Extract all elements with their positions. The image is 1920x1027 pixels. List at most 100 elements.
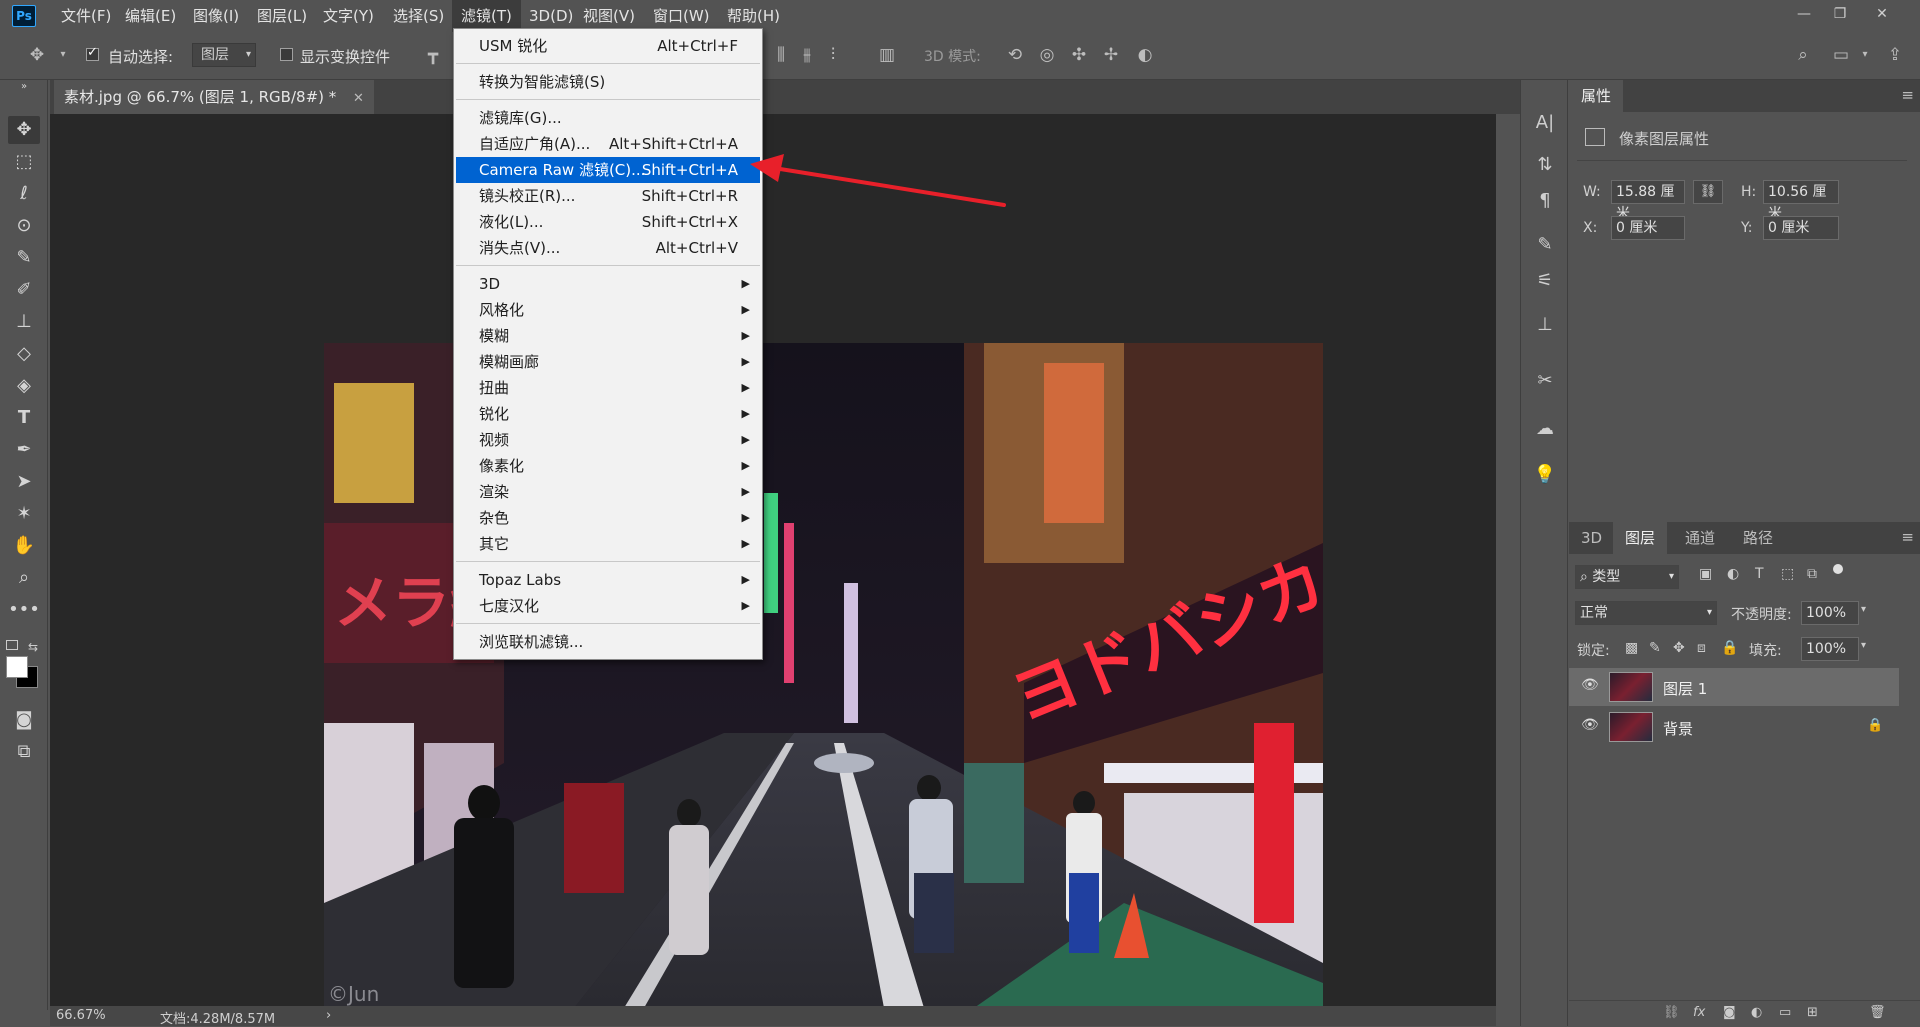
filter-menu-item[interactable]: 杂色 ▶	[456, 505, 760, 531]
tab-channels[interactable]: 通道	[1673, 522, 1727, 554]
filter-menu-item[interactable]: 模糊画廊 ▶	[456, 349, 760, 375]
quick-mask-icon[interactable]: ◙	[8, 706, 40, 734]
filter-menu-item[interactable]: 风格化 ▶	[456, 297, 760, 323]
move-tool-preset-icon[interactable]: ✥	[26, 44, 48, 66]
filter-menu-item[interactable]: USM 锐化 Alt+Ctrl+F	[456, 33, 760, 59]
layer-row-layer1[interactable]: 👁 图层 1	[1569, 668, 1899, 706]
filter-smart-object-icon[interactable]: ⧉	[1807, 566, 1817, 582]
default-colors-icon[interactable]	[6, 640, 18, 650]
blend-mode-dropdown[interactable]: 正常 ▾	[1575, 601, 1717, 625]
close-icon[interactable]: ✕	[1864, 0, 1900, 28]
learn-icon[interactable]: 💡	[1529, 460, 1561, 490]
filter-menu-item[interactable]: 渲染 ▶	[456, 479, 760, 505]
path-select-tool-icon[interactable]: ➤	[8, 468, 40, 496]
restore-icon[interactable]: ❐	[1822, 0, 1858, 28]
3d-pan-icon[interactable]: ✣	[1068, 44, 1090, 66]
adjustment-layer-icon[interactable]: ◐	[1751, 1005, 1762, 1020]
fx-icon[interactable]: fx	[1693, 1005, 1705, 1020]
opacity-field[interactable]: 100%	[1801, 601, 1859, 625]
tab-paths[interactable]: 路径	[1731, 522, 1785, 554]
libraries-icon[interactable]: ☁	[1529, 414, 1561, 444]
lock-all-icon[interactable]: 🔒	[1721, 640, 1738, 656]
filter-menu-item[interactable]: 模糊 ▶	[456, 323, 760, 349]
filter-menu-item[interactable]: 液化(L)... Shift+Ctrl+X	[456, 209, 760, 235]
menu-edit[interactable]: 编辑(E)	[116, 0, 185, 32]
3d-slide-icon[interactable]: ✢	[1100, 44, 1122, 66]
link-layers-icon[interactable]: ⛓	[1663, 1005, 1680, 1020]
filter-toggle-icon[interactable]	[1833, 564, 1843, 574]
filter-menu-item[interactable]: 扭曲 ▶	[456, 375, 760, 401]
filter-adjustment-icon[interactable]: ◐	[1727, 566, 1739, 582]
show-transform-checkbox[interactable]	[280, 48, 293, 61]
paint-bucket-tool-icon[interactable]: ◈	[8, 372, 40, 400]
filter-menu-item[interactable]: 滤镜库(G)...	[456, 105, 760, 131]
panel-menu-icon[interactable]: ≡	[1901, 86, 1914, 104]
panel-menu-icon[interactable]: ≡	[1901, 528, 1914, 546]
marquee-tool-icon[interactable]: ⬚	[8, 148, 40, 176]
filter-menu-item[interactable]: 锐化 ▶	[456, 401, 760, 427]
align-top-icon[interactable]: ┳	[422, 44, 444, 66]
y-field[interactable]: 0 厘米	[1763, 216, 1839, 240]
lock-artboard-icon[interactable]: ⧈	[1697, 640, 1706, 656]
shape-tool-icon[interactable]: ✶	[8, 500, 40, 528]
new-layer-icon[interactable]: ⊞	[1807, 1005, 1818, 1020]
layer-name[interactable]: 背景	[1663, 718, 1693, 739]
layer-row-background[interactable]: 👁 背景 🔒	[1569, 708, 1899, 746]
zoom-tool-icon[interactable]: ⌕	[8, 564, 40, 592]
filter-type-icon[interactable]: T	[1755, 566, 1764, 582]
filter-menu-item[interactable]: Camera Raw 滤镜(C)... Shift+Ctrl+A	[456, 157, 760, 183]
add-mask-icon[interactable]: ◙	[1723, 1005, 1736, 1020]
canvas-area[interactable]: メラ総合 ヨドバシカメラ ©Jun	[50, 114, 1496, 1008]
3d-camera-icon[interactable]: ◐	[1134, 44, 1156, 66]
lasso-tool-icon[interactable]: ℓ	[8, 180, 40, 208]
new-group-icon[interactable]: ▭	[1779, 1005, 1791, 1020]
chevron-down-icon[interactable]: ▾	[1861, 604, 1866, 615]
chevron-down-icon[interactable]: ▾	[1854, 44, 1876, 66]
workspace-icon[interactable]: ▭	[1830, 44, 1852, 66]
filter-menu-item[interactable]: 镜头校正(R)... Shift+Ctrl+R	[456, 183, 760, 209]
filter-menu-item[interactable]: 3D ▶	[456, 271, 760, 297]
stamp-tool-icon[interactable]: ⊥	[8, 308, 40, 336]
tab-layers[interactable]: 图层	[1613, 522, 1668, 554]
quick-select-tool-icon[interactable]: ⊙	[8, 212, 40, 240]
character-panel-icon[interactable]: A|	[1529, 108, 1561, 138]
3d-orbit-icon[interactable]: ⟲	[1004, 44, 1026, 66]
brush-tool-icon[interactable]: ✐	[8, 276, 40, 304]
clone-source-icon[interactable]: ⊥	[1529, 310, 1561, 340]
tab-3d[interactable]: 3D	[1569, 522, 1614, 554]
distribute-icon[interactable]: ⫼	[770, 44, 792, 66]
chevron-down-icon[interactable]: ▾	[1861, 640, 1866, 651]
chevron-right-icon[interactable]: ›	[326, 1008, 331, 1023]
share-icon[interactable]: ⇪	[1884, 44, 1906, 66]
minimize-icon[interactable]: —	[1786, 0, 1822, 28]
filter-menu-item[interactable]: Topaz Labs ▶	[456, 567, 760, 593]
brush-settings-icon[interactable]: ✎	[1529, 230, 1561, 260]
eraser-tool-icon[interactable]: ◇	[8, 340, 40, 368]
adjustments-icon[interactable]: ⚟	[1529, 266, 1561, 296]
x-field[interactable]: 0 厘米	[1611, 216, 1685, 240]
trash-icon[interactable]: 🗑	[1869, 1005, 1886, 1020]
filter-menu-item[interactable]: 消失点(V)... Alt+Ctrl+V	[456, 235, 760, 261]
distribute-vertical-icon[interactable]: ⫵	[796, 44, 818, 66]
eye-icon[interactable]: 👁	[1581, 717, 1599, 733]
menu-file[interactable]: 文件(F)	[52, 0, 120, 32]
lock-transparency-icon[interactable]: ▩	[1625, 640, 1638, 656]
close-tab-icon[interactable]: ✕	[353, 91, 364, 106]
eyedropper-tool-icon[interactable]: ✎	[8, 244, 40, 272]
chevron-down-icon[interactable]: ▾	[52, 44, 74, 66]
foreground-color-swatch[interactable]	[6, 656, 28, 678]
more-tools-icon[interactable]: •••	[8, 596, 40, 624]
filter-menu-item[interactable]: 像素化 ▶	[456, 453, 760, 479]
menu-layer[interactable]: 图层(L)	[248, 0, 316, 32]
hand-tool-icon[interactable]: ✋	[8, 532, 40, 560]
menu-select[interactable]: 选择(S)	[384, 0, 453, 32]
pen-tool-icon[interactable]: ✒	[8, 436, 40, 464]
layer-filter-dropdown[interactable]: ⌕ 类型 ▾	[1575, 565, 1679, 589]
tab-properties[interactable]: 属性	[1569, 80, 1624, 112]
screen-mode-icon[interactable]: ⧉	[8, 738, 40, 766]
tool-presets-icon[interactable]: ✂	[1529, 366, 1561, 396]
search-icon[interactable]: ⌕	[1792, 44, 1814, 66]
align-distribute-more-icon[interactable]: ▥	[876, 44, 898, 66]
width-field[interactable]: 15.88 厘米	[1611, 180, 1685, 222]
lock-pixels-icon[interactable]: ✎	[1649, 640, 1661, 656]
